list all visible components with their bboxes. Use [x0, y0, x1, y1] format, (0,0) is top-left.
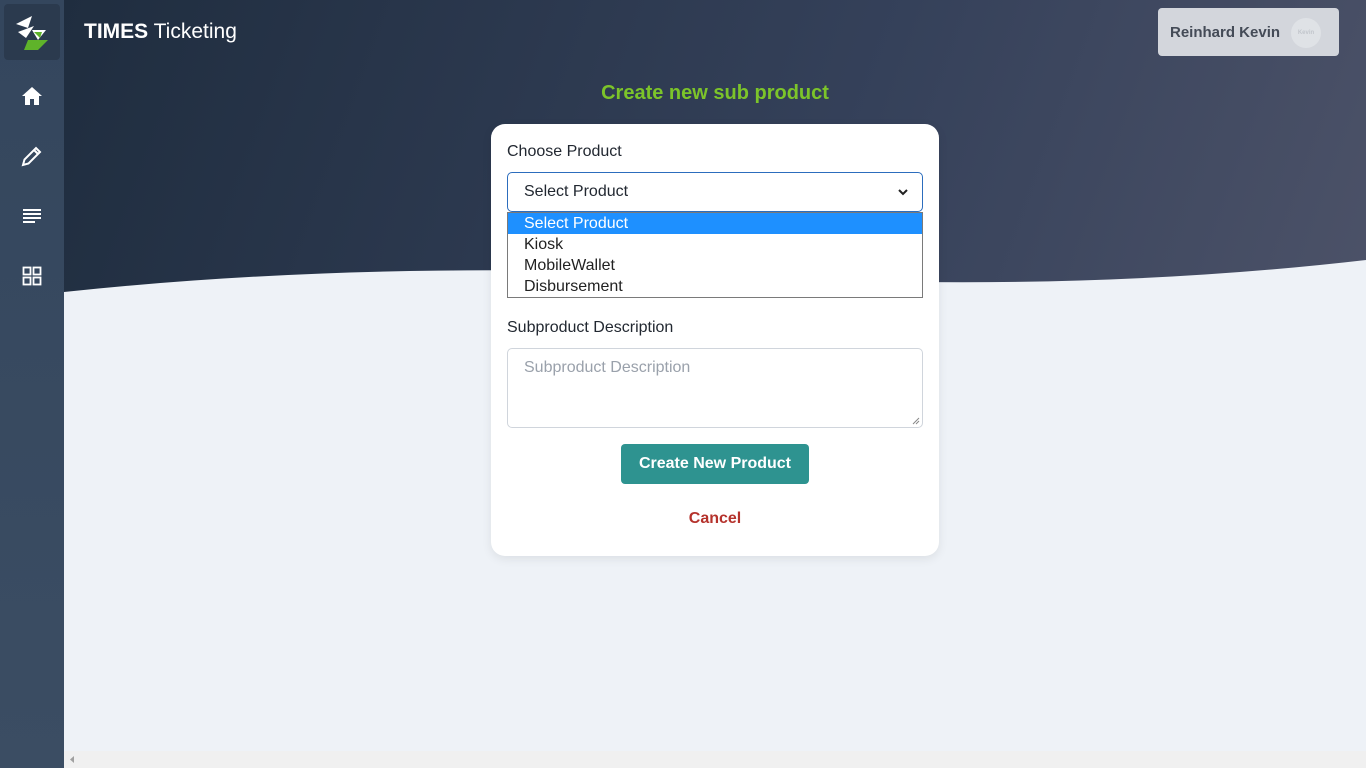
avatar-text: Kevin — [1297, 30, 1315, 36]
product-select-value: Select Product — [524, 183, 629, 200]
sidebar-item-list[interactable] — [16, 200, 48, 232]
sidebar-item-edit[interactable] — [16, 140, 48, 172]
product-option-disbursement[interactable]: Disbursement — [508, 276, 922, 297]
sidebar-item-dashboard[interactable] — [16, 260, 48, 292]
brand-bold: TIMES — [84, 20, 149, 43]
app-logo[interactable] — [4, 4, 60, 60]
brand-rest: Ticketing — [148, 20, 237, 43]
grid-icon — [22, 266, 42, 286]
list-icon — [23, 209, 41, 223]
product-select[interactable]: Select Product — [507, 172, 923, 212]
create-new-product-button[interactable]: Create New Product — [621, 444, 809, 484]
product-option-select[interactable]: Select Product — [508, 213, 922, 234]
description-field[interactable]: Subproduct Description — [507, 348, 923, 428]
product-option-mobilewallet[interactable]: MobileWallet — [508, 255, 922, 276]
user-menu[interactable]: Reinhard Kevin Kevin — [1158, 8, 1339, 56]
resize-handle-icon[interactable] — [912, 417, 920, 425]
sidebar — [0, 0, 64, 768]
horizontal-scrollbar[interactable] — [64, 751, 1366, 768]
description-placeholder: Subproduct Description — [524, 359, 691, 376]
user-name: Reinhard Kevin — [1170, 23, 1281, 41]
description-label: Subproduct Description — [507, 319, 674, 336]
product-label: Choose Product — [507, 143, 622, 160]
form-card: Choose Product Select Product Subproduct… — [491, 124, 939, 556]
scroll-left-icon[interactable] — [68, 755, 76, 764]
cancel-button[interactable]: Cancel — [665, 508, 765, 530]
chevron-down-icon — [898, 189, 908, 196]
home-icon — [22, 87, 42, 105]
avatar: Kevin — [1291, 18, 1321, 48]
product-option-kiosk[interactable]: Kiosk — [508, 234, 922, 255]
product-dropdown-list: Select Product Kiosk MobileWallet Disbur… — [507, 212, 923, 298]
sidebar-item-home[interactable] — [16, 80, 48, 112]
logo-icon — [16, 16, 48, 50]
pencil-icon — [21, 146, 42, 167]
app-title: TIMES Ticketing — [84, 20, 237, 44]
page-title: Create new sub product — [601, 82, 829, 104]
